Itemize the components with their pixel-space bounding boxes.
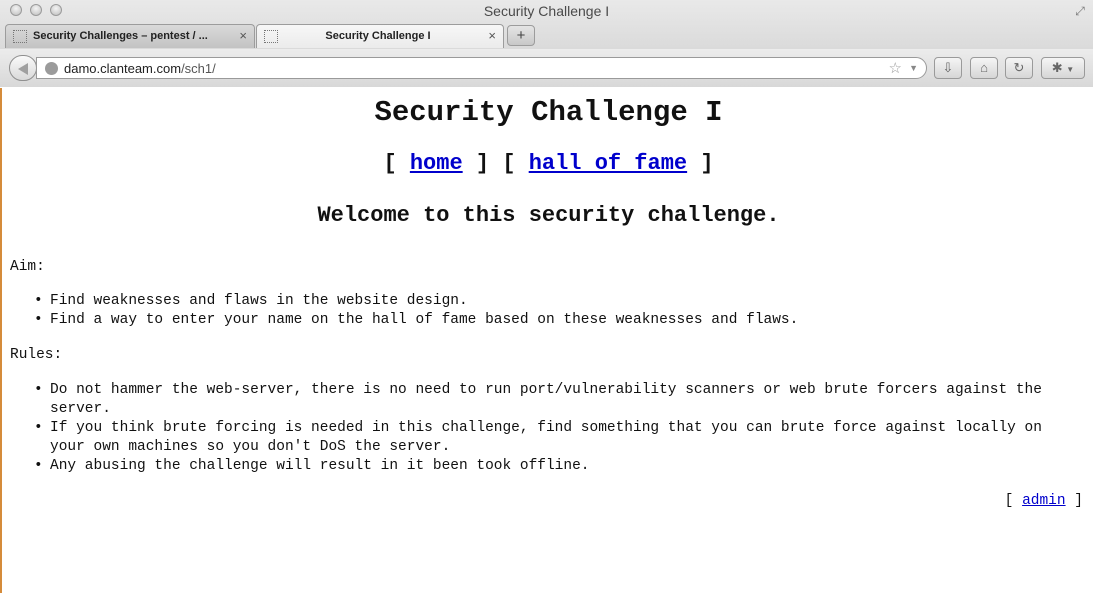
- new-tab-button[interactable]: +: [507, 25, 535, 46]
- home-button[interactable]: ⌂: [970, 57, 998, 79]
- chevron-down-icon: ▼: [1066, 65, 1075, 74]
- window-title: Security Challenge I: [483, 3, 610, 19]
- bracket-close: ]: [687, 151, 714, 176]
- list-item: Any abusing the challenge will result in…: [32, 457, 1072, 476]
- bookmark-star-icon[interactable]: ☆: [889, 59, 902, 77]
- url-path: /sch1/: [181, 61, 216, 76]
- addon-button[interactable]: ✱ ▼: [1041, 57, 1085, 79]
- top-nav-links: [ home ] [ hall of fame ]: [2, 151, 1093, 176]
- reload-button[interactable]: ↻: [1005, 57, 1033, 79]
- rules-list: Do not hammer the web-server, there is n…: [32, 381, 1072, 476]
- downloads-button[interactable]: ⇩: [934, 57, 962, 79]
- bracket-open: [: [383, 151, 410, 176]
- url-host: damo.clanteam.com: [64, 61, 182, 76]
- favicon-icon: [13, 30, 27, 43]
- admin-link-container: [ admin ]: [1005, 493, 1083, 509]
- home-link[interactable]: home: [410, 151, 463, 176]
- favicon-icon: [264, 30, 278, 43]
- rules-label: Rules:: [10, 347, 63, 363]
- list-item: Find weaknesses and flaws in the website…: [32, 292, 1072, 311]
- welcome-heading: Welcome to this security challenge.: [317, 203, 780, 228]
- aim-list: Find weaknesses and flaws in the website…: [32, 292, 1072, 330]
- navigation-bar: damo.clanteam.com/sch1/ ☆ ▼ ⇩ ⌂ ↻ ✱ ▼: [0, 49, 1093, 87]
- list-item: Do not hammer the web-server, there is n…: [32, 381, 1072, 419]
- bracket-open: [: [1004, 493, 1023, 509]
- admin-link[interactable]: admin: [1022, 493, 1066, 509]
- download-arrow-icon: ⇩: [942, 60, 954, 75]
- back-button[interactable]: [9, 55, 37, 81]
- browser-chrome: Security Challenge I ⤢ Security Challeng…: [0, 0, 1093, 87]
- list-item: Find a way to enter your name on the hal…: [32, 311, 1072, 330]
- addon-bug-icon: ✱: [1051, 60, 1063, 75]
- bracket-mid: ] [: [462, 151, 529, 176]
- reload-icon: ↻: [1013, 60, 1025, 75]
- tab-security-challenges[interactable]: Security Challenges – pentest / ... ×: [5, 24, 255, 48]
- globe-icon: [45, 62, 58, 75]
- fullscreen-icon[interactable]: ⤢: [1073, 4, 1087, 18]
- history-dropdown-icon[interactable]: ▼: [909, 63, 918, 73]
- tab-label: Security Challenges – pentest / ...: [33, 30, 208, 42]
- list-item: If you think brute forcing is needed in …: [32, 419, 1072, 457]
- page-content: Security Challenge I [ home ] [ hall of …: [0, 88, 1093, 593]
- tab-close-icon[interactable]: ×: [239, 28, 247, 43]
- title-bar: Security Challenge I ⤢: [0, 0, 1093, 22]
- hall-of-fame-link[interactable]: hall of fame: [529, 151, 687, 176]
- tab-close-icon[interactable]: ×: [488, 28, 496, 43]
- tab-security-challenge-i[interactable]: Security Challenge I ×: [256, 24, 504, 48]
- page-title: Security Challenge I: [374, 96, 723, 129]
- tab-label: Security Challenge I: [325, 30, 431, 42]
- url-text[interactable]: damo.clanteam.com/sch1/: [64, 61, 216, 76]
- aim-label: Aim:: [10, 259, 45, 275]
- home-icon: ⌂: [980, 60, 988, 75]
- back-arrow-icon: [18, 63, 28, 75]
- bracket-close: ]: [1065, 493, 1083, 509]
- tab-strip: Security Challenges – pentest / ... × Se…: [0, 22, 1093, 48]
- address-bar[interactable]: damo.clanteam.com/sch1/ ☆ ▼: [36, 57, 927, 79]
